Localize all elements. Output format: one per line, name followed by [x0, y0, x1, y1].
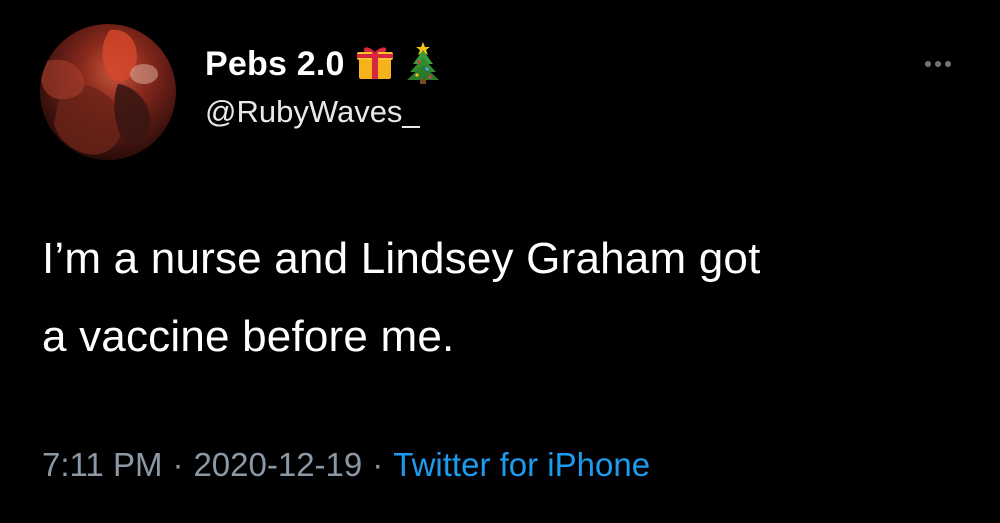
avatar[interactable] [40, 24, 176, 160]
tweet-text-line: a vaccine before me. [42, 312, 455, 361]
tweet-source-link[interactable]: Twitter for iPhone [393, 446, 650, 483]
tweet-date[interactable]: 2020-12-19 [193, 446, 362, 483]
gift-icon [355, 42, 395, 87]
tweet-text: I’m a nurse and Lindsey Graham got a vac… [42, 220, 962, 376]
more-dot-icon [945, 61, 951, 67]
more-options-button[interactable] [916, 52, 960, 76]
more-dot-icon [925, 61, 931, 67]
author-handle[interactable]: @RubyWaves_ [205, 94, 420, 130]
author-name-row[interactable]: Pebs 2.0 [205, 40, 441, 88]
tweet-text-line: I’m a nurse and Lindsey Graham got [42, 234, 761, 283]
tweet-meta: 7:11 PM · 2020-12-19 · Twitter for iPhone [42, 446, 650, 484]
tweet-card: Pebs 2.0 @RubyWaves_ I’m a nurse and Lin… [0, 0, 1000, 523]
tweet-time[interactable]: 7:11 PM [42, 446, 162, 483]
meta-separator: · [172, 446, 184, 483]
meta-separator: · [372, 446, 384, 483]
more-dot-icon [935, 61, 941, 67]
christmas-tree-icon [405, 40, 441, 89]
display-name[interactable]: Pebs 2.0 [205, 45, 345, 84]
avatar-photo-icon [40, 29, 158, 155]
